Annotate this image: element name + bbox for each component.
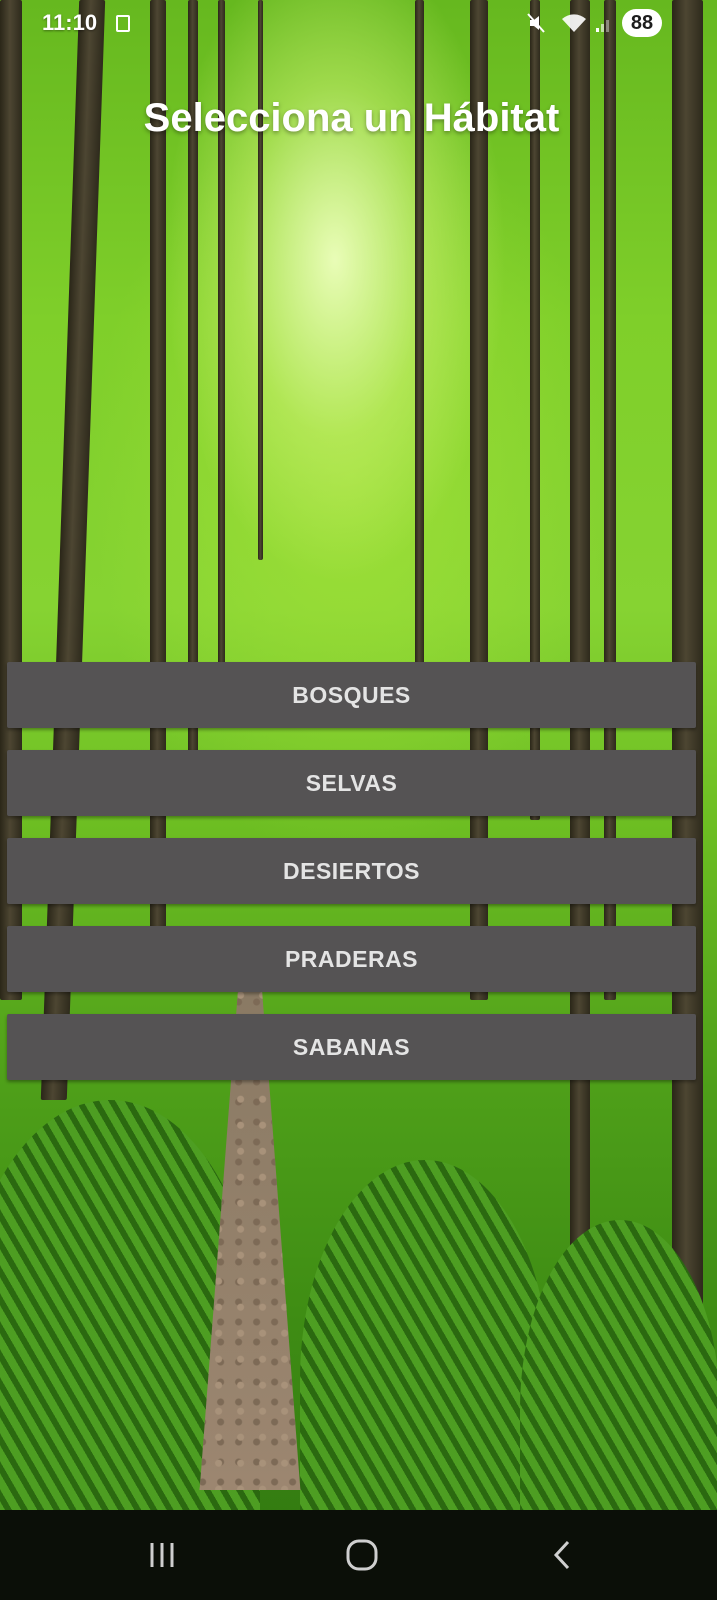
habitat-button-selvas[interactable]: SELVAS bbox=[7, 750, 696, 816]
page-title: Selecciona un Hábitat bbox=[143, 96, 560, 140]
battery-indicator: 88 bbox=[622, 9, 662, 37]
mute-icon bbox=[526, 12, 546, 39]
sim-card-icon bbox=[116, 15, 130, 32]
back-icon bbox=[553, 1540, 570, 1570]
recents-button[interactable] bbox=[130, 1528, 194, 1582]
wifi-icon bbox=[560, 12, 588, 39]
home-icon bbox=[346, 1539, 378, 1571]
habitat-button-desiertos[interactable]: DESIERTOS bbox=[7, 838, 696, 904]
navigation-bar bbox=[0, 1510, 717, 1600]
habitat-button-praderas[interactable]: PRADERAS bbox=[7, 926, 696, 992]
status-bar: 11:10 88 bbox=[0, 0, 717, 48]
signal-icon bbox=[594, 12, 616, 39]
home-button[interactable] bbox=[330, 1528, 394, 1582]
status-time: 11:10 bbox=[42, 10, 98, 35]
habitat-button-list: BOSQUES SELVAS DESIERTOS PRADERAS SABANA… bbox=[7, 662, 696, 1102]
screen: 11:10 88 Selecciona un Hábitat BOSQUES S… bbox=[0, 0, 717, 1600]
recents-icon bbox=[150, 1543, 174, 1567]
habitat-button-sabanas[interactable]: SABANAS bbox=[7, 1014, 696, 1080]
habitat-button-bosques[interactable]: BOSQUES bbox=[7, 662, 696, 728]
back-button[interactable] bbox=[530, 1528, 594, 1582]
